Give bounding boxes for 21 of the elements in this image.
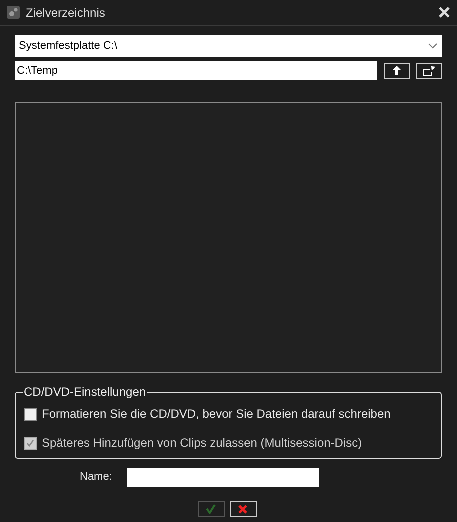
path-field[interactable]: C:\Temp (15, 61, 377, 80)
close-icon (438, 7, 450, 18)
drive-dropdown[interactable]: Systemfestplatte C:\ (15, 35, 442, 57)
checkbox[interactable] (24, 408, 37, 420)
close-button[interactable] (438, 6, 450, 18)
checkmark-icon (206, 504, 216, 514)
checkmark-icon (26, 438, 35, 448)
name-field[interactable] (127, 468, 319, 487)
chevron-down-icon (428, 43, 438, 49)
checkbox-label: Späteres Hinzufügen von Clips zulassen (Multisession-Disc) (42, 435, 362, 452)
cancel-button[interactable] (230, 501, 256, 517)
checkbox-label: Formatieren Sie die CD/DVD, bevor Sie Dateien darauf schreiben (42, 406, 391, 423)
cross-icon (238, 504, 248, 514)
new-folder-icon (423, 66, 436, 76)
parent-folder-button[interactable] (384, 62, 410, 78)
arrow-up-icon (393, 66, 402, 75)
name-label: Name: (80, 470, 114, 486)
gears-icon (7, 6, 20, 19)
window-title: Zielverzeichnis (26, 4, 106, 22)
group-title: CD/DVD-Einstellungen (23, 384, 148, 401)
new-folder-button[interactable] (416, 62, 442, 78)
